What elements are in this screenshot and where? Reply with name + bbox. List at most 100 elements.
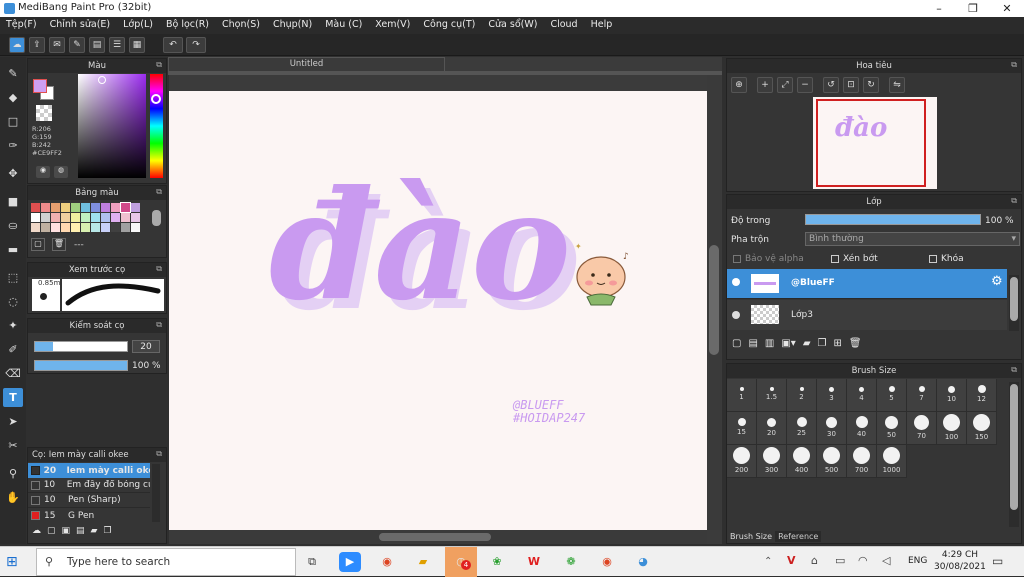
palette-scrollbar[interactable] bbox=[152, 210, 161, 226]
menu-view[interactable]: Xem(V) bbox=[369, 17, 417, 34]
zoom-in-icon[interactable]: + bbox=[757, 77, 773, 93]
sv-picker-handle[interactable] bbox=[98, 76, 106, 84]
brush-copy-icon[interactable]: ❐ bbox=[103, 526, 111, 536]
canvas-vertical-scrollbar[interactable] bbox=[707, 75, 721, 530]
operation-tool-icon[interactable]: ➤ bbox=[3, 412, 23, 431]
chrome-icon[interactable]: ◉ bbox=[376, 552, 398, 572]
select-pen-tool-icon[interactable]: ✐ bbox=[3, 340, 23, 359]
select-tool-icon[interactable]: ⬚ bbox=[3, 268, 23, 287]
eye-icon[interactable] bbox=[732, 278, 740, 286]
eye-icon[interactable] bbox=[732, 311, 740, 319]
clipping-checkbox[interactable]: Xén bớt bbox=[831, 254, 878, 264]
new-halftone-layer-icon[interactable]: ▤ bbox=[748, 338, 757, 349]
zoom-fit-icon[interactable]: ⊕ bbox=[731, 77, 747, 93]
brush-item[interactable]: 15 G Pen bbox=[28, 508, 150, 523]
hue-slider-handle[interactable] bbox=[151, 94, 161, 104]
new-folder-icon[interactable]: ▰ bbox=[803, 338, 811, 349]
brush-page-icon[interactable]: ▤ bbox=[76, 526, 85, 536]
menu-select[interactable]: Chọn(S) bbox=[216, 17, 267, 34]
magic-wand-tool-icon[interactable]: ✦ bbox=[3, 316, 23, 335]
windows-start-icon[interactable]: ⊞ bbox=[6, 553, 24, 571]
new-palette-icon[interactable]: ▢ bbox=[31, 238, 45, 251]
brush-size-cell[interactable]: 150 bbox=[967, 412, 997, 445]
zoom-app-icon[interactable]: ▶ bbox=[339, 552, 361, 572]
menu-file[interactable]: Tệp(F) bbox=[0, 17, 44, 34]
brush-size-cell[interactable]: 1.5 bbox=[757, 379, 787, 412]
menu-cloud[interactable]: Cloud bbox=[544, 17, 584, 34]
redo-icon[interactable]: ↷ bbox=[186, 37, 206, 53]
transparent-color-swatch[interactable] bbox=[36, 105, 52, 121]
brush-cloud-icon[interactable]: ☁ bbox=[32, 526, 41, 536]
gear-icon[interactable]: ⚙ bbox=[991, 274, 1003, 289]
menu-filter[interactable]: Bộ lọc(R) bbox=[160, 17, 216, 34]
brush-size-value[interactable]: 20 bbox=[132, 340, 160, 353]
lock-checkbox[interactable]: Khóa bbox=[929, 254, 964, 264]
fit-screen-icon[interactable]: ⤢ bbox=[777, 77, 793, 93]
maximize-icon[interactable]: ⧉ bbox=[156, 187, 162, 197]
grid-icon[interactable]: ▦ bbox=[129, 37, 145, 53]
tab-reference[interactable]: Reference bbox=[775, 531, 822, 542]
page-icon[interactable]: ▤ bbox=[89, 37, 105, 53]
new-brush-icon[interactable]: ▢ bbox=[47, 526, 56, 536]
menu-tools[interactable]: Công cụ(T) bbox=[417, 17, 482, 34]
blend-mode-select[interactable]: Bình thường ▾ bbox=[805, 232, 1020, 246]
antivirus-icon[interactable]: V bbox=[787, 554, 796, 567]
brush-item[interactable]: 10 Em đây đổ bóng cu bbox=[28, 478, 150, 493]
lasso-tool-icon[interactable]: ◌ bbox=[3, 292, 23, 311]
brush-size-cell[interactable]: 3 bbox=[817, 379, 847, 412]
brush-item[interactable]: 10 Pen (Sharp) bbox=[28, 493, 150, 508]
move-tool-icon[interactable]: ✥ bbox=[3, 164, 23, 183]
chrome-profile-icon[interactable]: ◉ bbox=[596, 552, 618, 572]
maximize-icon[interactable]: ⧉ bbox=[1011, 60, 1017, 70]
brush-size-cell[interactable]: 400 bbox=[787, 445, 817, 478]
flip-icon[interactable]: ⇋ bbox=[889, 77, 905, 93]
brush-size-cell[interactable]: 10 bbox=[937, 379, 967, 412]
document-tab[interactable]: Untitled bbox=[168, 57, 445, 71]
new-8bit-layer-icon[interactable]: ▥ bbox=[765, 338, 774, 349]
hue-slider[interactable] bbox=[150, 74, 163, 178]
brush-size-cell[interactable]: 25 bbox=[787, 412, 817, 445]
brush-size-cell[interactable]: 50 bbox=[877, 412, 907, 445]
brush-size-cell[interactable]: 70 bbox=[907, 412, 937, 445]
canvas-horizontal-scrollbar[interactable] bbox=[169, 530, 707, 544]
saturation-value-picker[interactable] bbox=[78, 74, 146, 178]
task-view-icon[interactable]: ⧉ bbox=[301, 552, 323, 572]
clock[interactable]: 4:29 CH 30/08/2021 bbox=[934, 549, 986, 573]
calendar-app-icon[interactable]: ◷4 bbox=[445, 547, 477, 577]
app-leaf-icon[interactable]: ❀ bbox=[486, 552, 508, 572]
menu-layer[interactable]: Lớp(L) bbox=[117, 17, 160, 34]
color-mix-icon[interactable]: ◍ bbox=[54, 166, 68, 178]
protect-alpha-checkbox[interactable]: Bảo vệ alpha bbox=[733, 254, 804, 264]
tab-brush-size[interactable]: Brush Size bbox=[727, 531, 776, 542]
undo-icon[interactable]: ↶ bbox=[163, 37, 183, 53]
medibang-icon[interactable]: ◕ bbox=[632, 552, 654, 572]
hand-tool-icon[interactable]: ✋ bbox=[3, 488, 23, 507]
pen-tool-icon[interactable]: ✑ bbox=[3, 136, 23, 155]
menu-snap[interactable]: Chụp(N) bbox=[267, 17, 319, 34]
fill-rect-tool-icon[interactable]: ■ bbox=[3, 192, 23, 211]
brush-list-scrollbar[interactable] bbox=[152, 464, 160, 522]
minimize-button[interactable]: – bbox=[922, 0, 956, 17]
chevron-up-icon[interactable]: ⌃ bbox=[764, 556, 772, 567]
language-indicator[interactable]: ENG bbox=[908, 556, 927, 566]
maximize-icon[interactable]: ⧉ bbox=[156, 320, 162, 330]
brush-size-cell[interactable]: 12 bbox=[967, 379, 997, 412]
brush-tool-icon[interactable]: ✎ bbox=[3, 64, 23, 83]
brush-size-cell[interactable]: 40 bbox=[847, 412, 877, 445]
layer-opacity-slider[interactable] bbox=[805, 214, 981, 225]
navigator-thumbnail[interactable]: đào bbox=[813, 97, 937, 189]
notification-center-icon[interactable]: ▭ bbox=[992, 554, 1003, 568]
maximize-icon[interactable]: ⧉ bbox=[156, 60, 162, 70]
bucket-tool-icon[interactable]: ⛀ bbox=[3, 216, 23, 235]
file-explorer-icon[interactable]: ▰ bbox=[412, 552, 434, 572]
brush-size-slider[interactable] bbox=[34, 341, 128, 352]
list-icon[interactable]: ☰ bbox=[109, 37, 125, 53]
brush-item[interactable]: 20 Iem mày calli oke bbox=[28, 463, 150, 478]
canvas-paper[interactable]: đào đào ♪ ✦ @BLUEFF #HOIDAP247 bbox=[169, 91, 707, 530]
color-wheel-icon[interactable]: ◉ bbox=[36, 166, 50, 178]
eraser-tool-icon[interactable]: ◆ bbox=[3, 88, 23, 107]
brush-size-cell[interactable]: 700 bbox=[847, 445, 877, 478]
brush-folder-icon[interactable]: ▰ bbox=[91, 526, 98, 536]
cloud-icon[interactable]: ☁ bbox=[9, 37, 25, 53]
maximize-icon[interactable]: ⧉ bbox=[156, 264, 162, 274]
